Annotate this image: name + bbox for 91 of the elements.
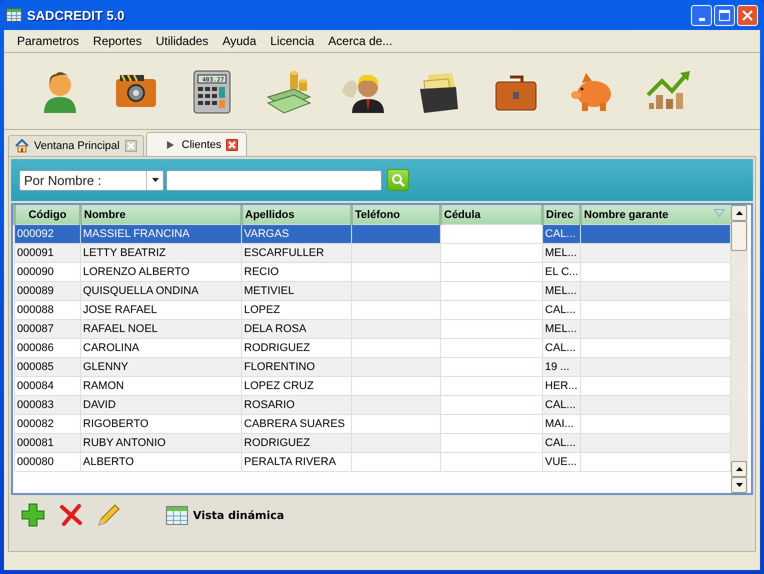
table-cell: 000080 — [14, 452, 80, 472]
table-cell: ESCARFULLER — [242, 244, 352, 262]
table-cell: DAVID — [80, 396, 242, 414]
column-header[interactable]: Direc — [542, 205, 580, 224]
scroll-up-button[interactable] — [731, 205, 747, 221]
dynamic-view-button[interactable]: Vista dinámica — [165, 503, 284, 527]
table-row[interactable]: 000081 RUBY ANTONIO RODRIGUEZ CAL... — [14, 434, 730, 452]
scroll-up-button[interactable] — [731, 461, 747, 477]
delete-button[interactable] — [59, 503, 83, 527]
delete-icon — [59, 503, 83, 527]
table-cell: 000091 — [14, 244, 80, 262]
table-cell: 000089 — [14, 282, 80, 300]
scroll-down-button[interactable] — [731, 477, 747, 493]
pencil-icon — [97, 503, 121, 527]
table-cell: ALBERTO — [80, 452, 242, 472]
minimize-button[interactable] — [691, 4, 712, 26]
column-header[interactable]: Cédula — [440, 205, 542, 224]
column-header[interactable]: Nombre garante — [580, 205, 730, 224]
tab-close-button[interactable] — [226, 138, 238, 150]
table-cell: 000092 — [14, 224, 80, 244]
table-cell: FLORENTINO — [242, 358, 352, 376]
menu-item[interactable]: Parametros — [10, 34, 86, 48]
table-cell: RODRIGUEZ — [242, 434, 352, 452]
table-cell: MASSIEL FRANCINA — [80, 224, 242, 244]
table-cell: VUE... — [542, 452, 580, 472]
scroll-thumb[interactable] — [731, 221, 747, 251]
table-cell: RUBY ANTONIO — [80, 434, 242, 452]
close-icon — [228, 140, 236, 148]
tab-label: Clientes — [182, 138, 222, 150]
table-cell: 000085 — [14, 358, 80, 376]
menu-item[interactable]: Reportes — [86, 34, 149, 48]
search-mode-dropdown[interactable]: Por Nombre : — [19, 170, 164, 190]
close-icon — [742, 10, 753, 20]
column-header[interactable]: Apellidos — [242, 205, 352, 224]
column-header[interactable]: Teléfono — [352, 205, 440, 224]
window-title: SADCREDIT 5.0 — [27, 8, 126, 22]
search-button[interactable] — [387, 169, 409, 191]
table-cell: 000083 — [14, 396, 80, 414]
table-cell: MEL... — [542, 320, 580, 338]
table-row[interactable]: 000085 GLENNY FLORENTINO 19 ... — [14, 358, 730, 376]
minimize-icon — [698, 18, 704, 20]
table-row[interactable]: 000091 LETTY BEATRIZ ESCARFULLER MEL... — [14, 244, 730, 262]
table-cell: GLENNY — [80, 358, 242, 376]
menu-item[interactable]: Utilidades — [148, 34, 216, 48]
tab[interactable]: Clientes — [146, 132, 248, 156]
maximize-button[interactable] — [714, 4, 735, 26]
table-cell: CAL... — [542, 396, 580, 414]
table-row[interactable]: 000089 QUISQUELLA ONDINA METIVIEL MEL... — [14, 282, 730, 300]
caret-icon — [152, 178, 158, 182]
table-cell: LETTY BEATRIZ — [80, 244, 242, 262]
table-cell: CAL... — [542, 434, 580, 452]
up-arrow-icon — [736, 211, 742, 215]
menu-item[interactable]: Acerca de... — [321, 34, 400, 48]
down-arrow-icon — [736, 483, 742, 487]
calculator-icon — [194, 70, 230, 114]
table-cell: METIVIEL — [242, 282, 352, 300]
scrollbar[interactable] — [731, 205, 748, 493]
maximize-icon — [719, 10, 730, 20]
edit-button[interactable] — [97, 503, 121, 527]
grid-icon — [165, 503, 189, 527]
close-icon — [126, 142, 135, 150]
table-row[interactable]: 000087 RAFAEL NOEL DELA ROSA MEL... — [14, 320, 730, 338]
table-cell: PERALTA RIVERA — [242, 452, 352, 472]
table-cell: MEL... — [542, 282, 580, 300]
table-row[interactable]: 000083 DAVID ROSARIO CAL... — [14, 396, 730, 414]
close-button[interactable] — [737, 4, 758, 26]
search-field[interactable] — [166, 170, 382, 190]
table-cell: QUISQUELLA ONDINA — [80, 282, 242, 300]
add-icon — [21, 503, 45, 527]
table-cell: CAL... — [542, 224, 580, 244]
search-icon — [391, 173, 405, 187]
add-button[interactable] — [21, 503, 45, 527]
table-cell: MEL... — [542, 244, 580, 262]
table-cell: 000087 — [14, 320, 80, 338]
table-icon — [6, 7, 22, 23]
table-row[interactable]: 000092 MASSIEL FRANCINA VARGAS CAL... — [14, 224, 730, 244]
table-cell: 19 ... — [542, 358, 580, 376]
tab-label: Ventana Principal — [34, 140, 120, 152]
table-cell: DELA ROSA — [242, 320, 352, 338]
column-header[interactable]: Código — [14, 205, 80, 224]
menu-item[interactable]: Licencia — [263, 34, 322, 48]
table-cell: VARGAS — [242, 224, 352, 244]
table-row[interactable]: 000080 ALBERTO PERALTA RIVERA VUE... — [14, 452, 730, 472]
home-icon — [15, 139, 29, 153]
menu-item[interactable]: Ayuda — [215, 34, 264, 48]
table-cell: RAFAEL NOEL — [80, 320, 242, 338]
tab[interactable]: Ventana Principal — [8, 135, 144, 156]
up-arrow-icon — [736, 467, 742, 471]
table-cell: ROSARIO — [242, 396, 352, 414]
column-header[interactable]: Nombre — [80, 205, 242, 224]
table-cell: 000081 — [14, 434, 80, 452]
